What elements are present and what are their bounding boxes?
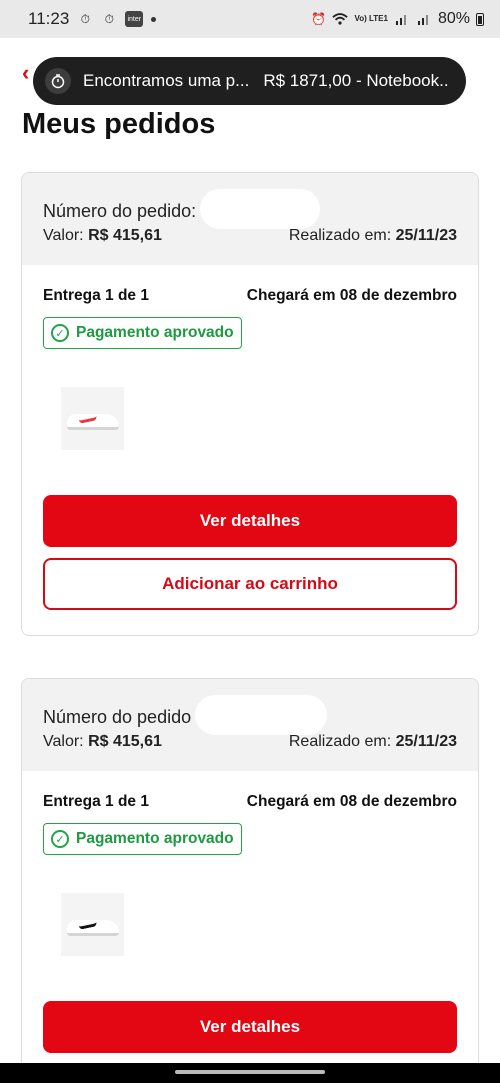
battery-icon (476, 12, 484, 26)
order-card: Número do pedido Valor: R$ 415,61 Realiz… (21, 678, 479, 1083)
alarm-icon: ⏰ (311, 12, 326, 26)
view-details-button[interactable]: Ver detalhes (43, 495, 457, 547)
redacted-order-number (200, 189, 321, 229)
product-thumbnail[interactable] (61, 387, 124, 450)
check-circle-icon: ✓ (51, 324, 69, 342)
status-time: 11:23 (28, 9, 70, 28)
notification-detail: R$ 1871,00 - Notebook... (263, 71, 450, 90)
order-date: Realizado em: 25/11/23 (288, 733, 457, 750)
status-badge: ✓ Pagamento aprovado (43, 823, 242, 855)
home-gesture-handle[interactable] (175, 1070, 325, 1074)
order-date: Realizado em: 25/11/23 (288, 227, 457, 244)
delivery-count: Entrega 1 de 1 (43, 287, 149, 304)
payment-status: Pagamento aprovado (76, 324, 234, 341)
order-number-label: Número do pedido: (43, 200, 197, 221)
notification-text: Encontramos uma p... (83, 71, 250, 90)
arrival-date: Chegará em 08 de dezembro (246, 287, 457, 304)
order-card: Número do pedido: Valor: R$ 415,61 Reali… (21, 172, 479, 636)
delivery-count: Entrega 1 de 1 (43, 793, 149, 810)
check-circle-icon: ✓ (51, 830, 69, 848)
payment-status: Pagamento aprovado (76, 830, 234, 847)
arrival-date: Chegará em 08 de dezembro (246, 793, 457, 810)
wifi-icon (332, 11, 349, 27)
battery-percent: 80% (437, 10, 470, 27)
add-to-cart-button[interactable]: Adicionar ao carrinho (43, 558, 457, 610)
system-nav-bar (0, 1063, 500, 1083)
product-thumbnail[interactable] (61, 893, 124, 956)
order-number-label: Número do pedido (43, 706, 192, 727)
timer-icon: ⏱ (80, 11, 90, 26)
order-number: Número do pedido: (43, 189, 457, 231)
signal-icon (394, 11, 410, 27)
bank-app-icon: inter (125, 11, 144, 27)
volte-indicator: Vo) LTE1 (354, 14, 388, 23)
status-badge: ✓ Pagamento aprovado (43, 317, 242, 349)
timer-icon (45, 68, 71, 94)
order-value: Valor: R$ 415,61 (43, 733, 162, 750)
status-bar: 11:23 ⏱ ⏱ inter ⏰ Vo) LTE1 80% (0, 0, 500, 38)
order-number: Número do pedido (43, 695, 457, 737)
back-arrow-icon[interactable]: ‹ (22, 60, 29, 86)
timer-icon-2: ⏱ (104, 11, 114, 26)
order-value: Valor: R$ 415,61 (43, 227, 162, 244)
view-details-button[interactable]: Ver detalhes (43, 1001, 457, 1053)
order-header: Número do pedido: Valor: R$ 415,61 Reali… (22, 173, 478, 265)
more-notifications-icon (151, 16, 157, 22)
notification-pill[interactable]: Encontramos uma p... R$ 1871,00 - Notebo… (33, 57, 466, 105)
order-header: Número do pedido Valor: R$ 415,61 Realiz… (22, 679, 478, 771)
redacted-order-number (195, 695, 328, 735)
page-title: Meus pedidos (22, 108, 216, 140)
signal-icon-2 (416, 11, 432, 27)
